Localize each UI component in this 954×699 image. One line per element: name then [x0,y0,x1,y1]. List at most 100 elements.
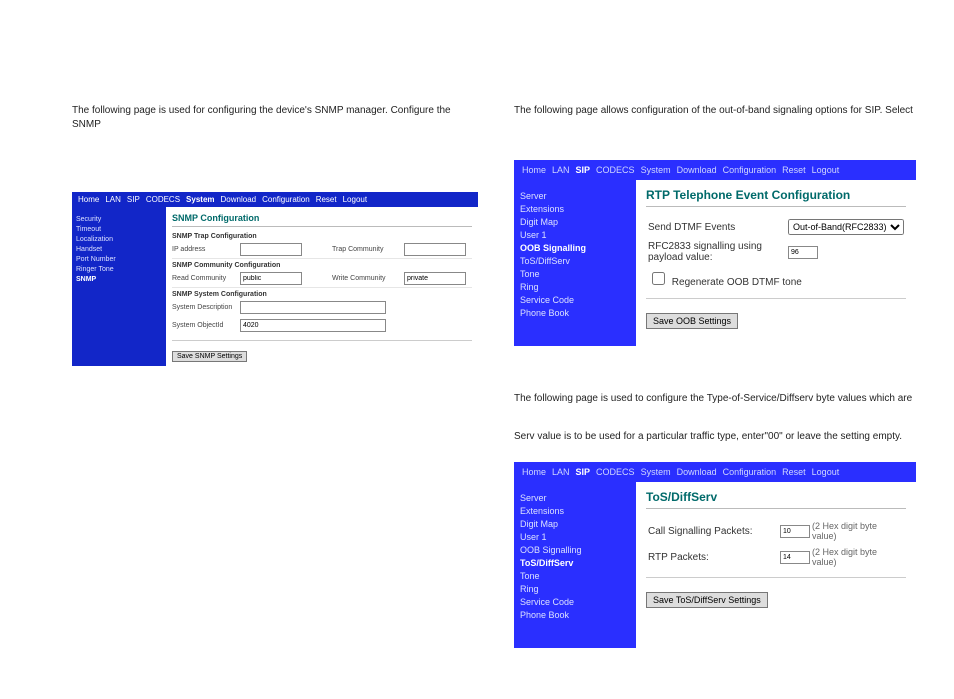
sidebar-item-extensions[interactable]: Extensions [520,506,630,516]
save-tos-button[interactable]: Save ToS/DiffServ Settings [646,592,768,608]
nav-reset[interactable]: Reset [782,165,806,175]
topbar-left: Home LAN SIP CODECS System Download Configurat… [72,192,478,207]
ip-input[interactable] [240,243,302,256]
nav-configuration[interactable]: Configuration [723,467,777,477]
nav-download[interactable]: Download [677,467,717,477]
save-snmp-button[interactable]: Save SNMP Settings [172,351,247,362]
sidebar-item-tos-diffserv[interactable]: ToS/DiffServ [520,558,630,568]
snmp-panel: Home LAN SIP CODECS System Download Configurat… [72,192,478,366]
nav-lan[interactable]: LAN [105,195,121,204]
nav-lan[interactable]: LAN [552,165,570,175]
read-input[interactable] [240,272,302,285]
callsig-label: Call Signalling Packets: [648,519,778,543]
sidebar-item-ring[interactable]: Ring [520,282,630,292]
rtp-hint: (2 Hex digit byte value) [812,545,904,569]
write-input[interactable] [404,272,466,285]
sidebar-item-ringer-tone[interactable]: Ringer Tone [76,266,162,273]
snmp-intro: The following page is used for configuri… [72,104,478,132]
sidebar-left: Security Timeout Localization Handset Port N… [72,207,166,366]
sidebar-item-handset[interactable]: Handset [76,246,162,253]
sect-trap: SNMP Trap Configuration [172,233,472,240]
snmp-title: SNMP Configuration [172,213,472,227]
nav-logout[interactable]: Logout [812,467,840,477]
oob-intro: The following page allows configuration … [514,104,916,118]
sidebar-item-port-number[interactable]: Port Number [76,256,162,263]
rtp-input[interactable] [780,551,810,564]
nav-codecs[interactable]: CODECS [596,165,635,175]
nav-reset[interactable]: Reset [782,467,806,477]
sidebar-item-user-1[interactable]: User 1 [520,230,630,240]
sidebar-item-phone-book[interactable]: Phone Book [520,308,630,318]
nav-sip[interactable]: SIP [576,165,591,175]
nav-codecs[interactable]: CODECS [146,195,180,204]
nav-sip[interactable]: SIP [127,195,140,204]
callsig-hint: (2 Hex digit byte value) [812,519,904,543]
callsig-input[interactable] [780,525,810,538]
topbar-r2: Home LAN SIP CODECS System Download Configurat… [514,462,916,482]
sect-comm: SNMP Community Configuration [172,262,472,269]
rtp-label: RTP Packets: [648,545,778,569]
sidebar-item-tone[interactable]: Tone [520,571,630,581]
nav-home[interactable]: Home [522,165,546,175]
topbar-r1: Home LAN SIP CODECS System Download Configurat… [514,160,916,180]
nav-logout[interactable]: Logout [343,195,367,204]
dtmf-select[interactable]: Out-of-Band(RFC2833) [788,219,904,235]
nav-lan[interactable]: LAN [552,467,570,477]
sidebar-item-service-code[interactable]: Service Code [520,597,630,607]
sidebar-r1: Server Extensions Digit Map User 1 OOB Signa… [514,180,636,346]
sidebar-item-security[interactable]: Security [76,216,162,223]
tos-intro2: Serv value is to be used for a particula… [514,430,916,444]
sysoid-input[interactable] [240,319,386,332]
sidebar-r2: Server Extensions Digit Map User 1 OOB Signa… [514,482,636,648]
sidebar-item-localization[interactable]: Localization [76,236,162,243]
sidebar-item-user-1[interactable]: User 1 [520,532,630,542]
sidebar-item-ring[interactable]: Ring [520,584,630,594]
rtp-title: RTP Telephone Event Configuration [646,188,906,207]
sidebar-item-oob-signalling[interactable]: OOB Signalling [520,545,630,555]
tos-title: ToS/DiffServ [646,490,906,509]
save-oob-button[interactable]: Save OOB Settings [646,313,738,329]
sidebar-item-digit-map[interactable]: Digit Map [520,519,630,529]
sect-sys: SNMP System Configuration [172,291,472,298]
sidebar-item-digit-map[interactable]: Digit Map [520,217,630,227]
trap-label: Trap Community [332,246,404,253]
regen-checkbox[interactable] [652,272,665,285]
nav-sip[interactable]: SIP [576,467,591,477]
sidebar-item-oob-signalling[interactable]: OOB Signalling [520,243,630,253]
sidebar-item-server[interactable]: Server [520,191,630,201]
regen-label: Regenerate OOB DTMF tone [672,277,802,288]
sidebar-item-phone-book[interactable]: Phone Book [520,610,630,620]
sidebar-item-tone[interactable]: Tone [520,269,630,279]
dtmf-label: Send DTMF Events [648,217,786,237]
sysdesc-label: System Description [172,304,240,311]
sidebar-item-snmp[interactable]: SNMP [76,276,162,283]
nav-system[interactable]: System [186,195,214,204]
nav-home[interactable]: Home [78,195,99,204]
payload-label: RFC2833 signalling using payload value: [648,239,786,265]
nav-download[interactable]: Download [677,165,717,175]
sidebar-item-timeout[interactable]: Timeout [76,226,162,233]
sidebar-item-service-code[interactable]: Service Code [520,295,630,305]
nav-codecs[interactable]: CODECS [596,467,635,477]
payload-input[interactable] [788,246,818,259]
nav-system[interactable]: System [641,467,671,477]
sysoid-label: System ObjectId [172,322,240,329]
sidebar-item-extensions[interactable]: Extensions [520,204,630,214]
nav-home[interactable]: Home [522,467,546,477]
ip-label: IP address [172,246,240,253]
sidebar-item-server[interactable]: Server [520,493,630,503]
nav-download[interactable]: Download [221,195,257,204]
sidebar-item-tos-diffserv[interactable]: ToS/DiffServ [520,256,630,266]
nav-configuration[interactable]: Configuration [723,165,777,175]
nav-reset[interactable]: Reset [316,195,337,204]
tos-panel: Home LAN SIP CODECS System Download Configurat… [514,462,916,648]
write-label: Write Community [332,275,404,282]
nav-configuration[interactable]: Configuration [262,195,310,204]
oob-panel: Home LAN SIP CODECS System Download Configurat… [514,160,916,346]
tos-intro1: The following page is used to configure … [514,392,916,406]
read-label: Read Community [172,275,240,282]
trap-input[interactable] [404,243,466,256]
sysdesc-input[interactable] [240,301,386,314]
nav-logout[interactable]: Logout [812,165,840,175]
nav-system[interactable]: System [641,165,671,175]
